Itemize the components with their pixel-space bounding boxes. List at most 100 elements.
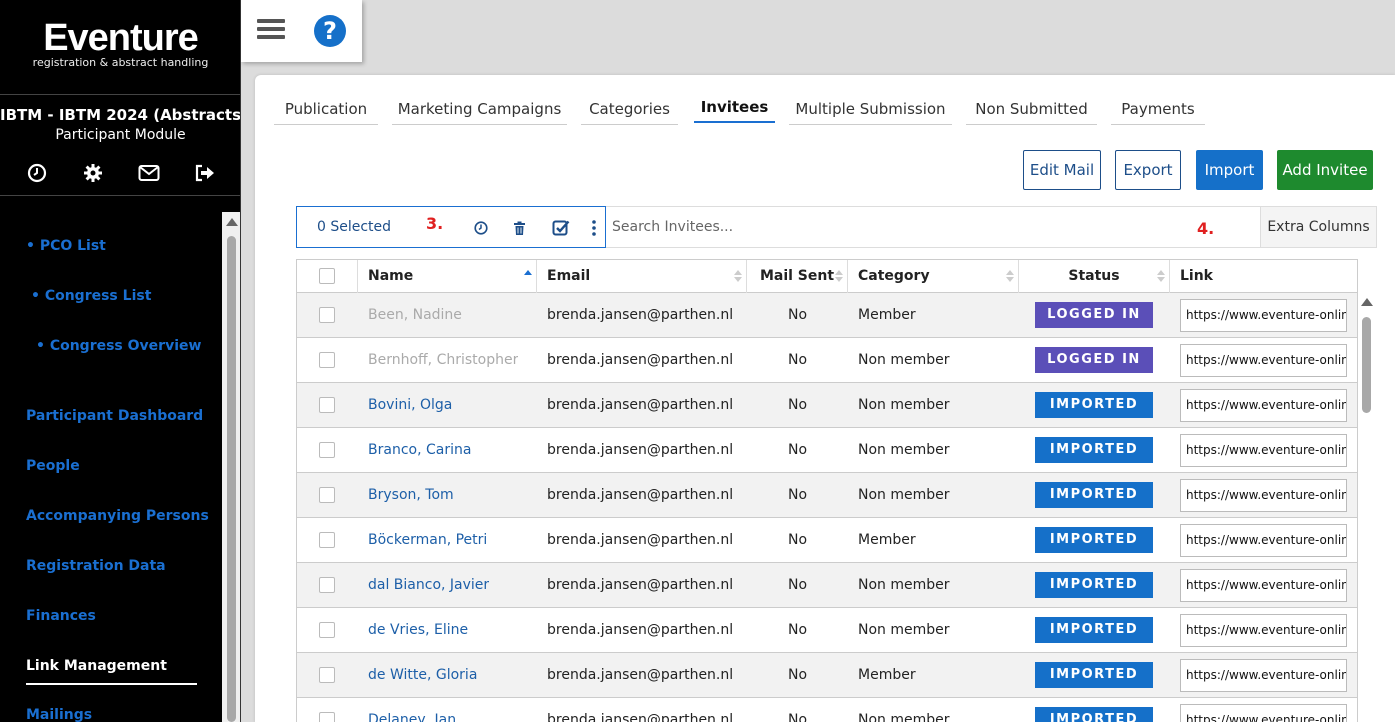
- table-row: de Vries, Eline brenda.jansen@parthen.nl…: [297, 608, 1357, 653]
- nav-finances[interactable]: Finances: [26, 608, 96, 624]
- nav-accompanying-persons[interactable]: Accompanying Persons: [26, 508, 209, 524]
- row-checkbox[interactable]: [319, 397, 335, 413]
- sidebar-scrollbar[interactable]: [222, 212, 240, 722]
- invitee-name[interactable]: Branco, Carina: [368, 428, 471, 473]
- invitee-mail-sent: No: [787, 577, 808, 593]
- help-icon[interactable]: ?: [314, 15, 346, 47]
- sidebar: Eventure registration & abstract handlin…: [0, 0, 241, 722]
- sidebar-nav: • PCO List • Congress List • Congress Ov…: [0, 196, 222, 722]
- sort-asc-icon: [524, 270, 532, 275]
- row-checkbox[interactable]: [319, 307, 335, 323]
- invitee-link-field[interactable]: https://www.eventure-online.com: [1180, 389, 1347, 422]
- table-row: de Witte, Gloria brenda.jansen@parthen.n…: [297, 653, 1357, 698]
- tab-marketing-campaigns[interactable]: Marketing Campaigns: [392, 93, 567, 125]
- nav-link-management[interactable]: Link Management: [26, 658, 167, 674]
- scrollbar-thumb[interactable]: [227, 236, 236, 722]
- mail-icon[interactable]: [138, 162, 160, 184]
- column-header-email[interactable]: Email: [537, 260, 747, 293]
- scroll-up-arrow-icon[interactable]: [226, 218, 238, 226]
- hamburger-menu-icon[interactable]: [255, 16, 287, 46]
- row-checkbox[interactable]: [319, 487, 335, 503]
- nav-people[interactable]: People: [26, 458, 80, 474]
- invitee-name[interactable]: dal Bianco, Javier: [368, 563, 489, 608]
- gear-icon[interactable]: [82, 162, 104, 184]
- clock-icon[interactable]: [472, 219, 490, 237]
- invitee-name[interactable]: Bernhoff, Christopher: [368, 338, 518, 383]
- export-button[interactable]: Export: [1115, 150, 1181, 190]
- row-checkbox[interactable]: [319, 622, 335, 638]
- tab-publication[interactable]: Publication: [274, 93, 378, 125]
- tab-categories[interactable]: Categories: [581, 93, 678, 125]
- column-link-label: Link: [1180, 268, 1213, 284]
- row-checkbox[interactable]: [319, 577, 335, 593]
- table-header: Name Email Mail Sent Category Status Lin…: [297, 260, 1357, 293]
- column-name-label: Name: [368, 268, 414, 284]
- annotation-3: 3.: [426, 214, 444, 233]
- invitee-link-field[interactable]: https://www.eventure-online.com: [1180, 704, 1347, 722]
- import-button[interactable]: Import: [1196, 150, 1263, 190]
- table-row: Böckerman, Petri brenda.jansen@parthen.n…: [297, 518, 1357, 563]
- invitee-name[interactable]: Been, Nadine: [368, 293, 462, 338]
- tab-multiple-submission[interactable]: Multiple Submission: [789, 93, 952, 125]
- invitee-link-field[interactable]: https://www.eventure-online.com: [1180, 569, 1347, 602]
- more-vertical-icon[interactable]: [585, 219, 603, 237]
- table-row: Branco, Carina brenda.jansen@parthen.nl …: [297, 428, 1357, 473]
- invitee-name[interactable]: Bryson, Tom: [368, 473, 454, 518]
- nav-registration-data[interactable]: Registration Data: [26, 558, 166, 574]
- column-header-link[interactable]: Link: [1170, 260, 1357, 293]
- row-checkbox[interactable]: [319, 532, 335, 548]
- tab-payments[interactable]: Payments: [1111, 93, 1205, 125]
- invitee-link-field[interactable]: https://www.eventure-online.com: [1180, 299, 1347, 332]
- invitee-name[interactable]: Delaney, Jan: [368, 698, 456, 722]
- status-badge: LOGGED IN: [1035, 347, 1153, 373]
- logo-tagline: registration & abstract handling: [32, 56, 209, 69]
- tab-non-submitted[interactable]: Non Submitted: [966, 93, 1097, 125]
- invitee-link-field[interactable]: https://www.eventure-online.com: [1180, 659, 1347, 692]
- nav-congress-list[interactable]: • Congress List: [31, 288, 151, 304]
- scrollbar-thumb[interactable]: [1362, 317, 1371, 413]
- column-header-name[interactable]: Name: [358, 260, 537, 293]
- clock-icon[interactable]: [26, 162, 48, 184]
- row-checkbox[interactable]: [319, 352, 335, 368]
- scroll-up-arrow-icon[interactable]: [1361, 298, 1373, 306]
- invitee-link-field[interactable]: https://www.eventure-online.com: [1180, 614, 1347, 647]
- invitee-mail-sent: No: [787, 622, 808, 638]
- invitee-name[interactable]: Bovini, Olga: [368, 383, 452, 428]
- nav-mailings[interactable]: Mailings: [26, 707, 92, 722]
- invitee-name[interactable]: de Vries, Eline: [368, 608, 468, 653]
- select-all-checkbox[interactable]: [319, 268, 335, 284]
- column-header-mail-sent[interactable]: Mail Sent: [747, 260, 848, 293]
- invitee-link-field[interactable]: https://www.eventure-online.com: [1180, 479, 1347, 512]
- add-invitee-button[interactable]: Add Invitee: [1277, 150, 1373, 190]
- invitee-link-field[interactable]: https://www.eventure-online.com: [1180, 344, 1347, 377]
- tab-invitees[interactable]: Invitees: [694, 91, 775, 123]
- invitee-category: Non member: [858, 442, 950, 458]
- row-checkbox[interactable]: [319, 712, 335, 722]
- row-checkbox[interactable]: [319, 442, 335, 458]
- invitee-category: Non member: [858, 712, 950, 722]
- table-scrollbar[interactable]: [1359, 293, 1375, 722]
- sort-icon: [1006, 270, 1014, 282]
- nav-pco-list[interactable]: • PCO List: [26, 238, 106, 254]
- nav-congress-overview[interactable]: • Congress Overview: [36, 338, 201, 354]
- logout-icon[interactable]: [194, 162, 216, 184]
- invitee-email: brenda.jansen@parthen.nl: [547, 667, 734, 683]
- invitee-link-field[interactable]: https://www.eventure-online.com: [1180, 524, 1347, 557]
- invitee-name[interactable]: Böckerman, Petri: [368, 518, 487, 563]
- check-square-icon[interactable]: [552, 219, 570, 237]
- edit-mail-button[interactable]: Edit Mail: [1023, 150, 1101, 190]
- invitee-mail-sent: No: [787, 397, 808, 413]
- status-badge: IMPORTED: [1035, 437, 1153, 463]
- invitee-link-field[interactable]: https://www.eventure-online.com: [1180, 434, 1347, 467]
- invitee-mail-sent: No: [787, 307, 808, 323]
- search-invitees-input[interactable]: [606, 206, 1261, 248]
- column-header-status[interactable]: Status: [1019, 260, 1170, 293]
- column-category-label: Category: [858, 268, 930, 284]
- selected-count: 0 Selected: [317, 219, 392, 235]
- trash-icon[interactable]: [510, 219, 528, 237]
- column-header-category[interactable]: Category: [848, 260, 1019, 293]
- invitee-name[interactable]: de Witte, Gloria: [368, 653, 477, 698]
- extra-columns-button[interactable]: Extra Columns: [1260, 206, 1377, 248]
- nav-participant-dashboard[interactable]: Participant Dashboard: [26, 408, 203, 424]
- row-checkbox[interactable]: [319, 667, 335, 683]
